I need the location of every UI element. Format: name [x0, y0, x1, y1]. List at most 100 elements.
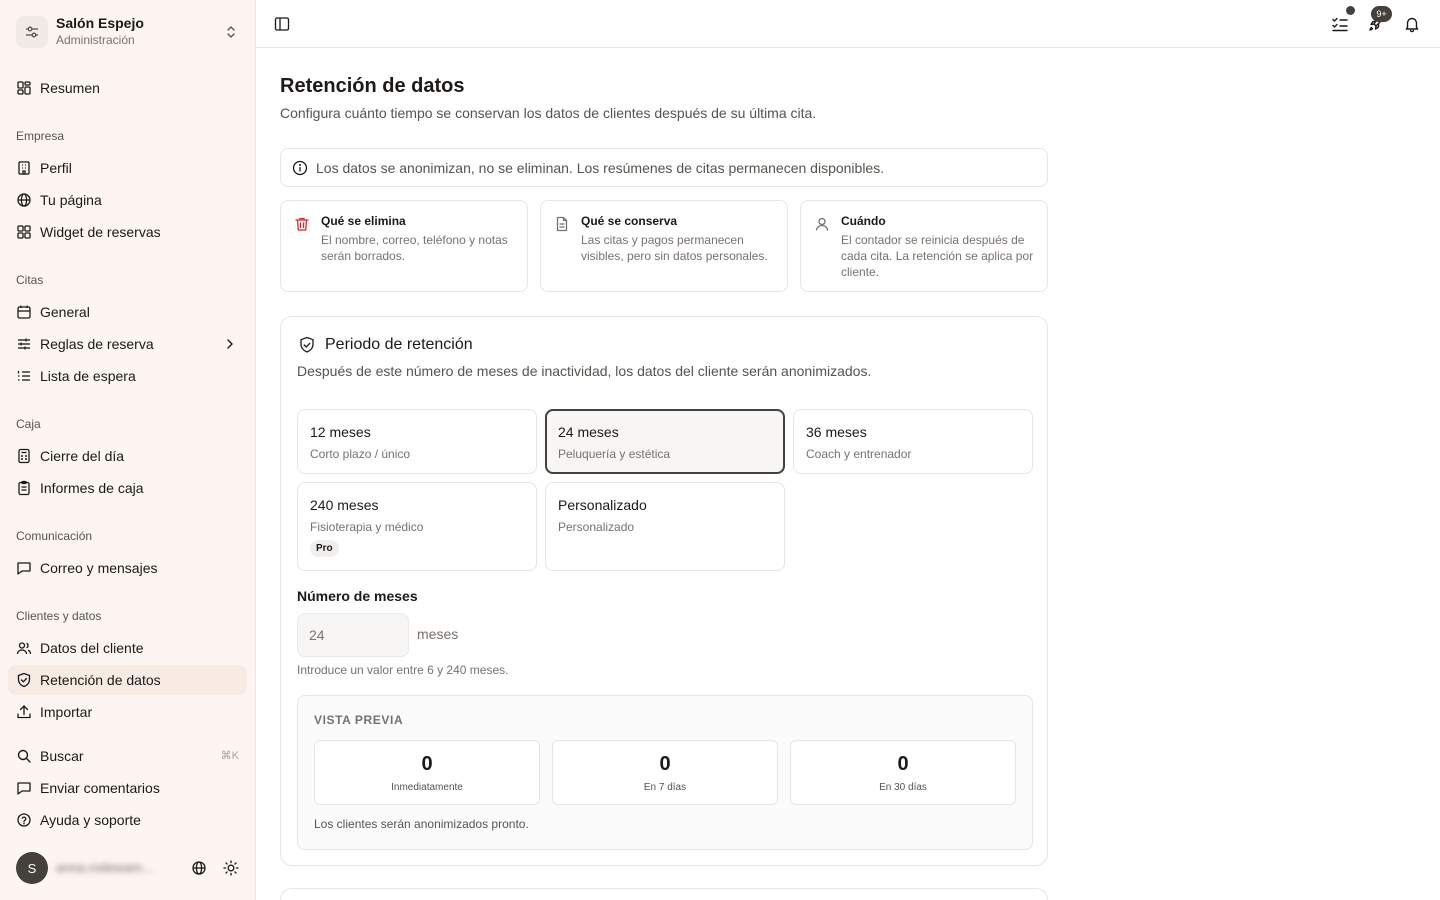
users-icon — [16, 640, 32, 656]
sidebar-item-label: Perfil — [40, 160, 72, 176]
info-note-text: Los datos se anonimizan, no se eliminan.… — [316, 159, 885, 176]
org-switcher[interactable]: Salón Espejo Administración — [16, 14, 244, 50]
months-input[interactable] — [297, 613, 409, 657]
avatar[interactable]: S — [16, 852, 48, 884]
option-desc: Fisioterapia y médico — [310, 520, 424, 534]
sidebar-item-label: Lista de espera — [40, 368, 136, 384]
stat-7-days: 0 En 7 días — [552, 740, 778, 805]
sidebar-item-label: Retención de datos — [40, 672, 161, 688]
chevron-up-down-icon — [224, 24, 238, 40]
retention-subtitle: Después de este número de meses de inact… — [297, 363, 872, 379]
preview-label: VISTA PREVIA — [314, 713, 404, 727]
sidebar-item-label: Tu página — [40, 192, 102, 208]
info-card-cuando: Cuándo El contador se reinicia después d… — [800, 200, 1048, 292]
sidebar-item-tu-pagina[interactable]: Tu página — [8, 185, 247, 215]
next-panel — [280, 888, 1048, 900]
document-icon — [554, 216, 570, 232]
option-desc: Personalizado — [558, 520, 635, 534]
option-personalizado[interactable]: Personalizado Personalizado — [545, 482, 785, 571]
theme-sun-icon[interactable] — [223, 860, 239, 876]
sidebar-toggle-icon[interactable] — [274, 16, 290, 32]
group-label-empresa: Empresa — [16, 129, 65, 143]
stat-value: 0 — [897, 753, 909, 775]
sidebar-item-lista-espera[interactable]: Lista de espera — [8, 361, 247, 391]
group-label-comunicacion: Comunicación — [16, 529, 93, 543]
option-title: 12 meses — [310, 424, 371, 440]
stat-label: En 7 días — [643, 782, 687, 793]
user-icon — [814, 216, 830, 232]
updates-rocket-icon[interactable]: 9+ — [1367, 6, 1392, 33]
sidebar-item-informes[interactable]: Informes de caja — [8, 473, 247, 503]
globe-icon — [16, 192, 32, 208]
info-card-eliminado: Qué se elimina El nombre, correo, teléfo… — [280, 200, 528, 292]
info-card-desc: Las citas y pagos permanecen visibles, p… — [581, 233, 768, 263]
sidebar-item-correo[interactable]: Correo y mensajes — [8, 553, 247, 583]
sidebar-item-cierre[interactable]: Cierre del día — [8, 441, 247, 471]
user-menu[interactable]: S anna.rodewam... — [16, 852, 244, 884]
sidebar-item-retencion[interactable]: Retención de datos — [8, 665, 247, 695]
group-label-caja: Caja — [16, 417, 41, 431]
option-240-meses[interactable]: 240 meses Fisioterapia y médico Pro — [297, 482, 537, 571]
shield-check-icon — [16, 672, 32, 688]
bell-icon[interactable] — [1403, 15, 1421, 33]
option-36-meses[interactable]: 36 meses Coach y entrenador — [793, 409, 1033, 474]
widget-grid-icon — [16, 224, 32, 240]
org-name: Salón Espejo — [56, 15, 144, 31]
sidebar-item-label: Enviar comentarios — [40, 780, 160, 796]
sidebar-item-label: Ayuda y soporte — [40, 812, 141, 828]
info-card-desc: El nombre, correo, teléfono y notas será… — [321, 233, 508, 263]
info-card-title: Qué se elimina — [321, 214, 406, 228]
sidebar-item-label: Resumen — [40, 80, 100, 96]
option-title: 36 meses — [806, 424, 867, 440]
info-card-desc: El contador se reinicia después de cada … — [841, 233, 1034, 279]
option-desc: Peluquería y estética — [558, 447, 671, 461]
info-card-title: Qué se conserva — [581, 214, 678, 228]
top-bar: 9+ — [256, 0, 1440, 48]
grid-icon — [16, 80, 32, 96]
tasks-indicator-dot — [1346, 6, 1355, 15]
info-card-conservado: Qué se conserva Las citas y pagos perman… — [540, 200, 788, 292]
pro-badge: Pro — [310, 540, 339, 557]
clipboard-icon — [16, 480, 32, 496]
sliders-icon — [16, 336, 32, 352]
sidebar-item-resumen[interactable]: Resumen — [8, 73, 247, 103]
org-logo-icon — [16, 16, 48, 48]
sidebar-item-label: General — [40, 304, 90, 320]
feedback-icon — [16, 780, 32, 796]
tasks-checklist-icon[interactable] — [1331, 6, 1355, 33]
chevron-right-icon — [223, 336, 237, 352]
page-subtitle: Configura cuánto tiempo se conservan los… — [280, 105, 817, 121]
sidebar-item-ayuda[interactable]: Ayuda y soporte — [8, 805, 247, 835]
sidebar-item-reglas[interactable]: Reglas de reserva — [8, 329, 247, 359]
sidebar-item-label: Buscar — [40, 748, 84, 764]
months-hint: Introduce un valor entre 6 y 240 meses. — [297, 663, 509, 677]
option-24-meses[interactable]: 24 meses Peluquería y estética — [545, 409, 785, 474]
stat-value: 0 — [421, 753, 433, 775]
sidebar-item-general[interactable]: General — [8, 297, 247, 327]
months-field-label: Número de meses — [297, 588, 418, 604]
sidebar-item-comentarios[interactable]: Enviar comentarios — [8, 773, 247, 803]
sidebar-item-label: Widget de reservas — [40, 224, 161, 240]
sidebar: Salón Espejo Administración Resumen Empr… — [0, 0, 256, 900]
sidebar-item-importar[interactable]: Importar — [8, 697, 247, 727]
sidebar-item-label: Correo y mensajes — [40, 560, 158, 576]
stat-label: En 30 días — [879, 782, 927, 793]
sidebar-item-label: Datos del cliente — [40, 640, 144, 656]
sidebar-item-datos-cliente[interactable]: Datos del cliente — [8, 633, 247, 663]
info-icon — [292, 160, 308, 176]
page-title: Retención de datos — [280, 75, 465, 97]
language-globe-icon[interactable] — [191, 860, 207, 876]
search-icon — [16, 748, 32, 764]
sidebar-item-buscar[interactable]: Buscar ⌘K — [8, 741, 247, 771]
months-unit: meses — [417, 626, 459, 642]
sidebar-item-label: Reglas de reserva — [40, 336, 154, 352]
user-email: anna.rodewam... — [56, 860, 153, 875]
search-shortcut: ⌘K — [220, 750, 239, 762]
list-ordered-icon — [16, 368, 32, 384]
stat-label: Inmediatamente — [391, 782, 463, 793]
sidebar-item-label: Importar — [40, 704, 93, 720]
option-12-meses[interactable]: 12 meses Corto plazo / único — [297, 409, 537, 474]
sidebar-item-widget[interactable]: Widget de reservas — [8, 217, 247, 247]
sidebar-item-perfil[interactable]: Perfil — [8, 153, 247, 183]
info-note: Los datos se anonimizan, no se eliminan.… — [280, 148, 1048, 187]
